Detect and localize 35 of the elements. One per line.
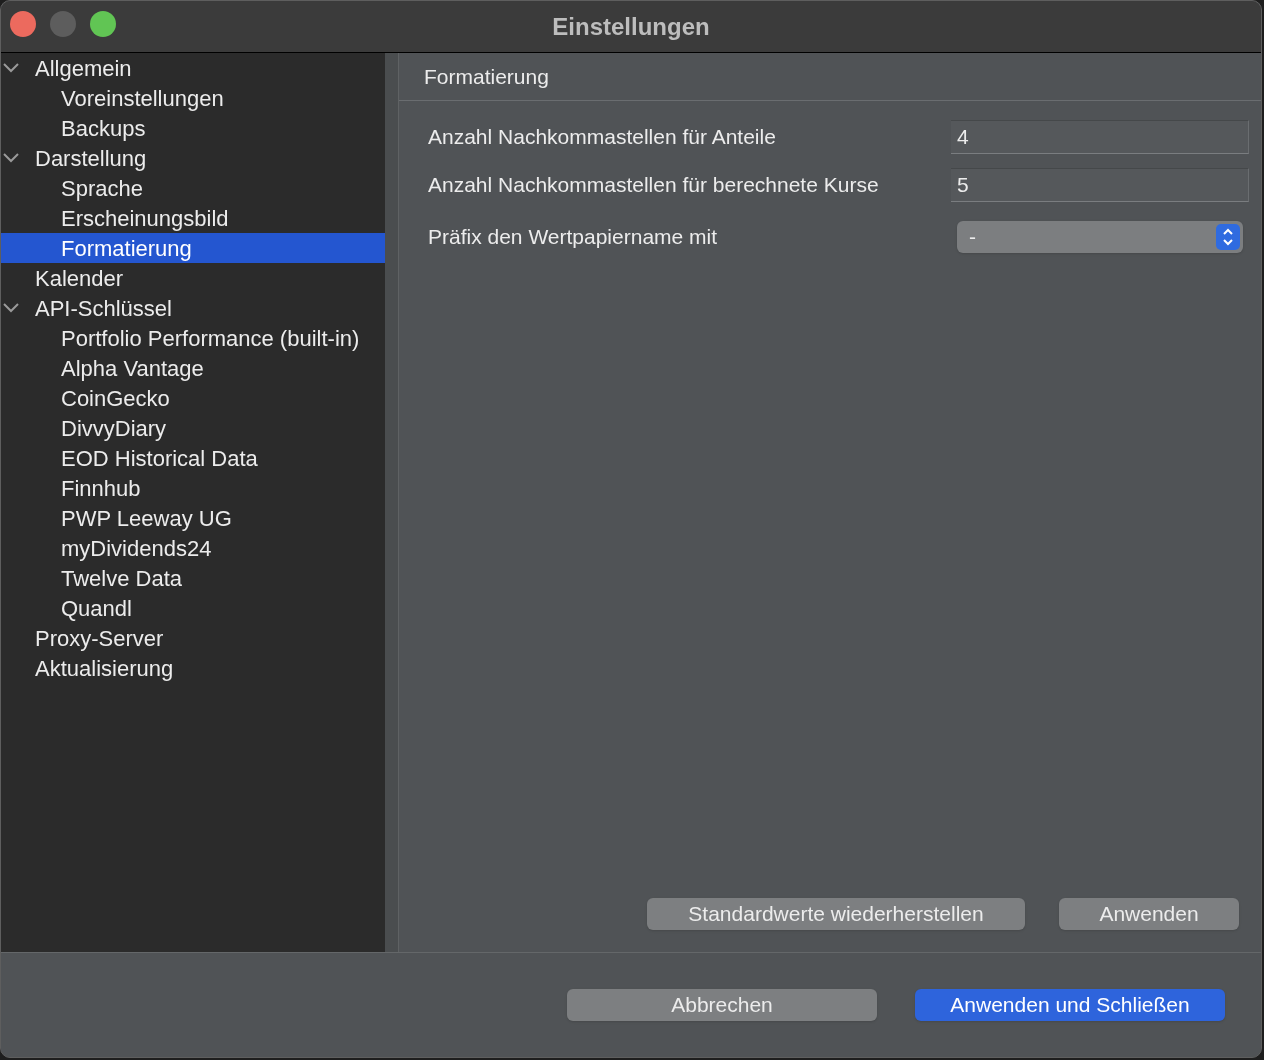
- chevron-down-icon[interactable]: [3, 63, 19, 73]
- zoom-window-icon[interactable]: [90, 11, 116, 37]
- chevron-down-icon[interactable]: [3, 153, 19, 163]
- tree-item[interactable]: PWP Leeway UG: [1, 503, 385, 533]
- tree-item[interactable]: Backups: [1, 113, 385, 143]
- page-title: Formatierung: [424, 63, 549, 90]
- tree-item[interactable]: API-Schlüssel: [1, 293, 385, 323]
- tree-item[interactable]: EOD Historical Data: [1, 443, 385, 473]
- tree-item[interactable]: Twelve Data: [1, 563, 385, 593]
- tree-item[interactable]: Alpha Vantage: [1, 353, 385, 383]
- tree-item[interactable]: DivvyDiary: [1, 413, 385, 443]
- field-label: Anzahl Nachkommastellen für berechnete Kurse: [428, 172, 879, 199]
- input-field[interactable]: 4: [951, 120, 1249, 154]
- tree-item[interactable]: Finnhub: [1, 473, 385, 503]
- tree-item[interactable]: Aktualisierung: [1, 653, 385, 683]
- tree-item[interactable]: Sprache: [1, 173, 385, 203]
- input-field[interactable]: 5: [951, 168, 1249, 202]
- field-label: Präfix den Wertpapiername mit: [428, 224, 718, 251]
- tree-item[interactable]: Portfolio Performance (built-in): [1, 323, 385, 353]
- tree-item[interactable]: Allgemein: [1, 53, 385, 83]
- tree-item[interactable]: CoinGecko: [1, 383, 385, 413]
- tree-item[interactable]: Formatierung: [1, 233, 385, 263]
- window-title: Einstellungen: [552, 11, 710, 42]
- tree-item[interactable]: Darstellung: [1, 143, 385, 173]
- tree-item[interactable]: Kalender: [1, 263, 385, 293]
- tree-item[interactable]: Erscheinungsbild: [1, 203, 385, 233]
- tree-item[interactable]: Quandl: [1, 593, 385, 623]
- close-window-icon[interactable]: [10, 11, 36, 37]
- tree-item[interactable]: myDividends24: [1, 533, 385, 563]
- stepper-arrows-icon: [1216, 224, 1240, 250]
- tree-item[interactable]: Voreinstellungen: [1, 83, 385, 113]
- field-label: Anzahl Nachkommastellen für Anteile: [428, 124, 776, 151]
- primary-button[interactable]: Anwenden und Schließen: [915, 989, 1225, 1021]
- chevron-down-icon[interactable]: [3, 303, 19, 313]
- tree-item[interactable]: Proxy-Server: [1, 623, 385, 653]
